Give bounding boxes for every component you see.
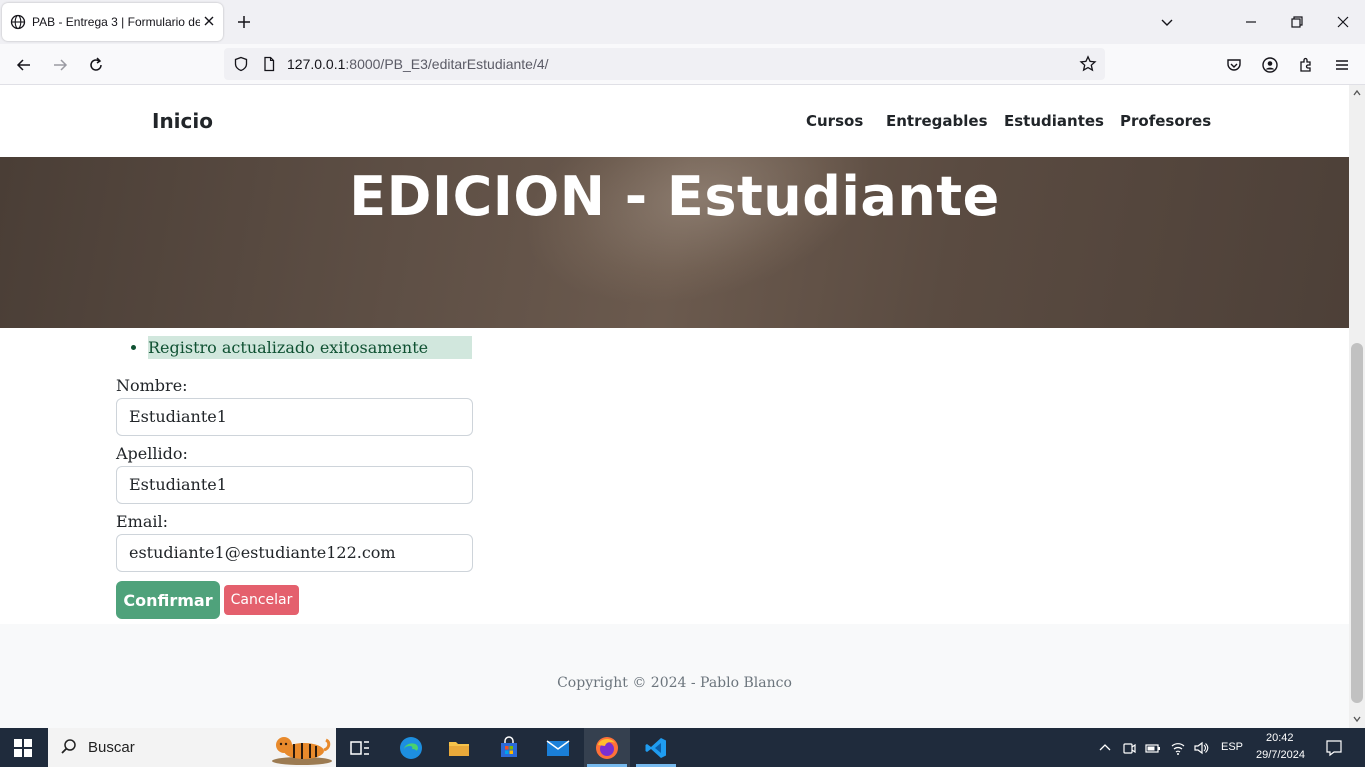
tray-chevron-up-icon[interactable] (1097, 740, 1113, 756)
success-message: Registro actualizado exitosamente (148, 336, 476, 359)
nombre-input[interactable]: Estudiante1 (116, 398, 473, 436)
search-placeholder: Buscar (88, 739, 135, 756)
url-host: 127.0.0.1 (287, 56, 346, 72)
pocket-icon[interactable] (1225, 56, 1243, 74)
firefox-icon[interactable] (595, 736, 619, 760)
site-navbar: Inicio Cursos Entregables Estudiantes Pr… (0, 85, 1349, 157)
apellido-label: Apellido: (116, 444, 188, 463)
volume-icon[interactable] (1193, 740, 1209, 756)
clock-time[interactable]: 20:42 (1266, 732, 1294, 744)
confirm-button[interactable]: Confirmar (116, 581, 220, 619)
success-message-text: Registro actualizado exitosamente (148, 336, 472, 359)
language-indicator[interactable]: ESP (1221, 741, 1243, 753)
browser-navbar: 127.0.0.1:8000/PB_E3/editarEstudiante/4/ (0, 44, 1365, 85)
nav-link-estudiantes[interactable]: Estudiantes (1004, 112, 1104, 130)
form-buttons: Confirmar Cancelar (116, 581, 476, 619)
page-icon[interactable] (261, 56, 277, 72)
scroll-down-icon[interactable] (1353, 715, 1361, 723)
email-label: Email: (116, 512, 169, 531)
masthead-banner: EDICION - Estudiante (0, 157, 1349, 328)
clock-date[interactable]: 29/7/2024 (1256, 749, 1305, 761)
globe-icon (10, 14, 26, 30)
search-icon (61, 739, 76, 754)
os-taskbar: Buscar ESP 20:42 29/7/2024 (0, 728, 1365, 767)
vscode-icon[interactable] (644, 736, 668, 760)
nav-link-entregables[interactable]: Entregables (886, 112, 988, 130)
page-heading: EDICION - Estudiante (349, 165, 1000, 228)
minimize-icon[interactable] (1243, 14, 1259, 30)
account-icon[interactable] (1261, 56, 1279, 74)
extensions-icon[interactable] (1297, 56, 1315, 74)
bookmark-star-icon[interactable] (1079, 55, 1097, 73)
meet-now-icon[interactable] (1121, 740, 1137, 756)
message-list: Registro actualizado exitosamente (134, 336, 476, 359)
cancel-button[interactable]: Cancelar (224, 585, 299, 615)
new-tab-icon[interactable] (236, 14, 252, 30)
nav-link-profesores[interactable]: Profesores (1120, 112, 1211, 130)
shield-icon[interactable] (233, 56, 249, 72)
back-icon[interactable] (15, 56, 33, 74)
tab-title: PAB - Entrega 3 | Formulario de (32, 15, 200, 29)
close-window-icon[interactable] (1335, 14, 1351, 30)
notifications-icon[interactable] (1325, 739, 1343, 757)
tab-list-icon[interactable] (1159, 14, 1175, 30)
web-page: Inicio Cursos Entregables Estudiantes Pr… (0, 85, 1349, 728)
battery-icon[interactable] (1145, 740, 1161, 756)
reload-icon[interactable] (87, 56, 105, 74)
restore-icon[interactable] (1289, 14, 1305, 30)
url-path: :8000/PB_E3/editarEstudiante/4/ (345, 56, 549, 72)
nav-link-cursos[interactable]: Cursos (806, 112, 863, 130)
scroll-up-icon[interactable] (1353, 89, 1361, 97)
apellido-input[interactable]: Estudiante1 (116, 466, 473, 504)
store-icon[interactable] (497, 736, 521, 760)
page-scrollbar[interactable] (1349, 85, 1365, 728)
tiger-illustration-icon (272, 737, 332, 765)
menu-icon[interactable] (1333, 56, 1351, 74)
file-explorer-icon[interactable] (447, 736, 471, 760)
edge-browser-icon[interactable] (399, 736, 423, 760)
mail-icon[interactable] (546, 736, 570, 760)
brand-link[interactable]: Inicio (152, 109, 213, 133)
email-input[interactable]: estudiante1@estudiante122.com (116, 534, 473, 572)
windows-start-icon[interactable] (14, 739, 32, 757)
copyright-text: Copyright © 2024 - Pablo Blanco (557, 675, 792, 691)
url-bar[interactable]: 127.0.0.1:8000/PB_E3/editarEstudiante/4/ (224, 48, 1105, 80)
edit-form: Registro actualizado exitosamente Nombre… (116, 336, 476, 619)
browser-tabbar: PAB - Entrega 3 | Formulario de (0, 0, 1365, 44)
taskbar-search[interactable]: Buscar (48, 728, 336, 767)
site-footer: Copyright © 2024 - Pablo Blanco (0, 624, 1349, 728)
browser-tab[interactable]: PAB - Entrega 3 | Formulario de (2, 3, 223, 41)
wifi-icon[interactable] (1170, 740, 1186, 756)
url-text: 127.0.0.1:8000/PB_E3/editarEstudiante/4/ (287, 56, 549, 72)
forward-icon[interactable] (51, 56, 69, 74)
task-view-icon[interactable] (348, 736, 372, 760)
close-tab-icon[interactable] (201, 13, 217, 29)
nombre-label: Nombre: (116, 376, 188, 395)
scrollbar-thumb[interactable] (1351, 343, 1363, 703)
